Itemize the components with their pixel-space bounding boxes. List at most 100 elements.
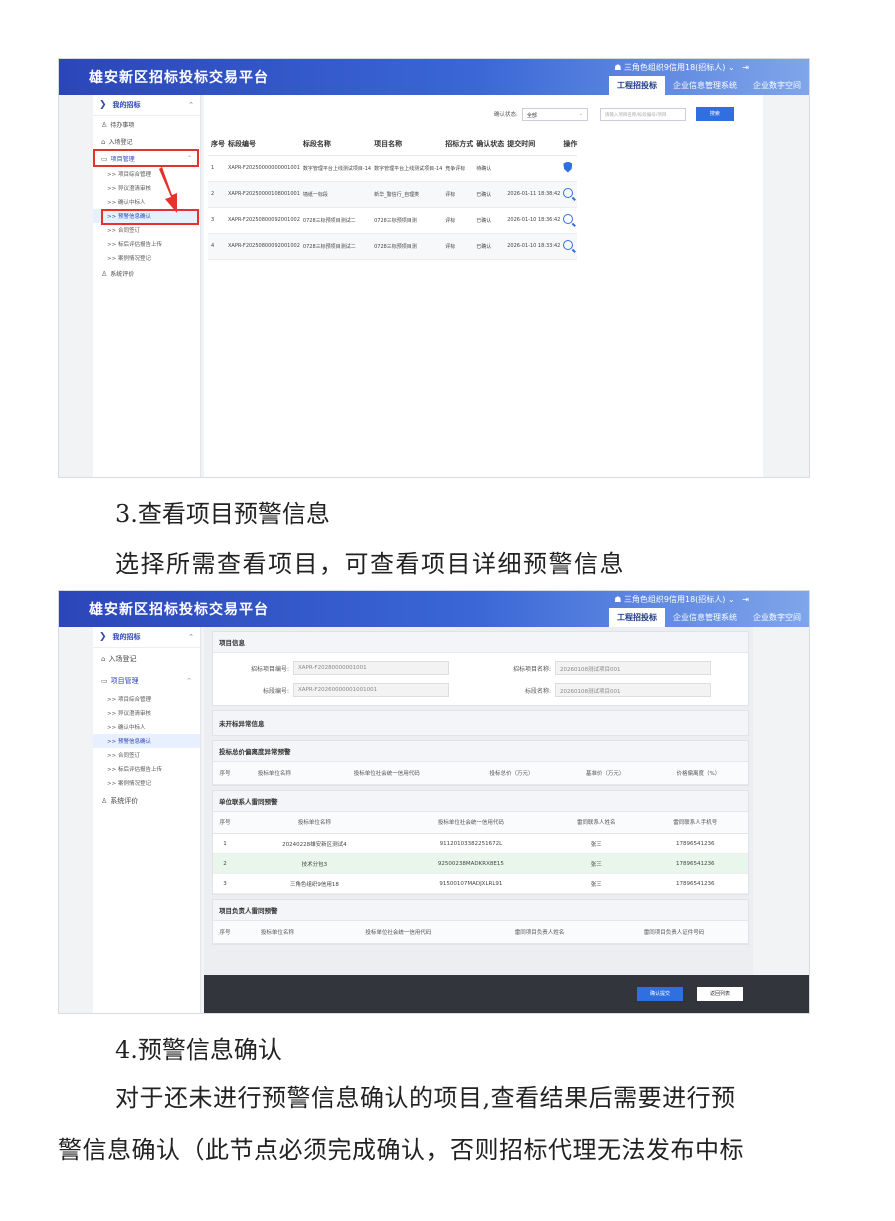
back-to-list-button[interactable]: 返回列表 (697, 987, 743, 1001)
cell: XAPR-F20250000108001001 (225, 181, 300, 208)
cell: 待确认 (473, 155, 505, 182)
user-icon: ☗ (614, 595, 624, 604)
sidebar-item-evaluation[interactable]: ♙ 系统评价 (93, 265, 200, 282)
tab-digital-space[interactable]: 企业数字空间 (745, 76, 809, 95)
table-row[interactable]: 4 XAPR-F20250800092001002 0728三标预项目测试二 0… (208, 233, 578, 260)
filter-label: 确认状态: (494, 112, 518, 118)
search-input[interactable]: 请输入项目名称/标段编号/项目 (599, 107, 686, 121)
cell: 新华_警信行_自理类 (371, 181, 443, 208)
col-header: 序号 (213, 762, 237, 785)
project-info-panel: 项目信息 招标项目编号: XAPR-F20280000001001 招标项目名称… (212, 631, 749, 706)
cell: 墙纸一标段 (299, 181, 372, 208)
col-header: 雷同项目负责人证件号码 (600, 921, 748, 944)
search-icon[interactable] (563, 214, 574, 224)
top-tabs: 工程招投标 企业信息管理系统 企业数字空间 (609, 608, 809, 627)
action-cell (560, 181, 578, 208)
cell: 竞争评标 (442, 155, 474, 182)
cell: XAPR-F20250000000001001 (225, 155, 300, 182)
action-cell (560, 233, 578, 260)
search-icon[interactable] (563, 240, 574, 250)
cell: 技术分包3 (237, 853, 392, 874)
contact-warning-panel: 单位联系人雷同预警 序号 投标单位名称 投标单位社会统一信用代码 雷同联系人姓名… (212, 789, 749, 895)
logout-icon[interactable]: ⇥ (742, 595, 749, 604)
sidebar-item-todo[interactable]: ♙ 待办事项 (93, 116, 200, 133)
table-row[interactable]: 3 XAPR-F20250800092001002 0728三标预项目测试二 0… (208, 207, 578, 234)
sidebar-sub-item[interactable]: >> 案例情况登记 (93, 251, 200, 265)
sidebar-item-project-mgmt[interactable]: ▭ 项目管理 ⌃ (93, 670, 200, 692)
sidebar-sub-item[interactable]: >> 异议澄清审核 (93, 181, 200, 195)
cell (504, 155, 561, 182)
user-icon: ♙ (101, 797, 108, 805)
action-cell (560, 155, 578, 182)
cell: XAPR-F20250800092001002 (225, 207, 300, 234)
user-name[interactable]: ☗ 三角色组织9信用18(招标人) ⌄ ⇥ (614, 62, 749, 73)
highlight-project-mgmt (93, 149, 199, 167)
col-header: 投标单位名称 (237, 921, 318, 944)
table-row[interactable]: 1 XAPR-F20250000000001001 数字管理平台上线测试项目-1… (208, 155, 578, 182)
project-name-field: 20260108测试项目001 (555, 661, 711, 675)
cell: 91120103382251672L (391, 833, 551, 854)
search-button[interactable]: 搜索 (695, 107, 734, 121)
sidebar-sub-item[interactable]: >> 异议澄清审核 (93, 706, 200, 720)
action-cell (560, 207, 578, 234)
sidebar-sub-item[interactable]: >> 确认中标人 (93, 720, 200, 734)
cell: 17896541236 (642, 853, 748, 874)
sidebar-sub-item[interactable]: >> 标后评估报告上传 (93, 237, 200, 251)
tab-engineering[interactable]: 工程招投标 (609, 608, 665, 627)
sidebar-sub-item[interactable]: >> 项目综合管理 (93, 692, 200, 706)
sidebar-item-evaluation[interactable]: ♙ 系统评价 (93, 790, 200, 812)
form-row: 标段编号: XAPR-F20260000001001001 标段名称: 2026… (213, 679, 748, 701)
col-header: 序号 (213, 921, 237, 944)
sidebar-sub-item[interactable]: >> 案例情况登记 (93, 776, 200, 790)
chevron-right-icon: ❯ (99, 100, 107, 110)
col-header: 基准价（万元） (561, 762, 649, 785)
sidebar-sub-item-warning-confirm[interactable]: >> 预警信息确认 (93, 734, 200, 748)
sidebar: ❯ 我的招标 ⌃ ⌂ 入场登记 ▭ 项目管理 ⌃ >> 项目综合管理 >> 异议澄清审核 … (93, 627, 201, 1013)
sidebar-header[interactable]: ❯ 我的招标 ⌃ (93, 95, 200, 116)
cell: 20240228雄安新区测试4 (237, 833, 392, 854)
screenshot-warning-list: 雄安新区招标投标交易平台 ☗ 三角色组织9信用18(招标人) ⌄ ⇥ 工程招投标… (58, 58, 810, 478)
highlight-warning-confirm (101, 209, 199, 225)
table-row[interactable]: 2 XAPR-F20250000108001001 墙纸一标段 新华_警信行_自… (208, 181, 578, 208)
sidebar-sub-item[interactable]: >> 确认中标人 (93, 195, 200, 209)
col-header: 价格偏离度（%） (648, 762, 748, 785)
tab-digital-space[interactable]: 企业数字空间 (745, 608, 809, 627)
chevron-down-icon: ⌄ (578, 110, 583, 117)
cell: 2 (213, 853, 237, 874)
tab-engineering[interactable]: 工程招投标 (609, 76, 665, 95)
filter-bar: 确认状态: 全部 ⌄ 请输入项目名称/标段编号/项目 搜索 (494, 107, 734, 121)
col-header: 投标单位社会统一信用代码 (391, 811, 551, 834)
cell: 评标 (442, 181, 474, 208)
sidebar-sub-item[interactable]: >> 标后评估报告上传 (93, 762, 200, 776)
tab-enterprise-info[interactable]: 企业信息管理系统 (665, 608, 745, 627)
cell: 2026-01-10 18:33:42 (504, 233, 561, 260)
sidebar-sub-item[interactable]: >> 项目综合管理 (93, 167, 200, 181)
user-icon: ♙ (101, 269, 108, 278)
user-name[interactable]: ☗ 三角色组织9信用18(招标人) ⌄ ⇥ (614, 594, 749, 605)
section-code-field: XAPR-F20260000001001001 (293, 683, 449, 697)
col-header: 雷同联系人姓名 (550, 811, 643, 834)
sidebar-header[interactable]: ❯ 我的招标 ⌃ (93, 627, 200, 648)
section3-heading: 3.查看项目预警信息 (115, 500, 330, 528)
field-label: 招标项目编号: (250, 665, 289, 673)
status-select[interactable]: 全部 ⌄ (521, 107, 588, 121)
tab-enterprise-info[interactable]: 企业信息管理系统 (665, 76, 745, 95)
cell: 评标 (442, 207, 474, 234)
red-arrow-icon (159, 167, 177, 213)
sidebar-item-entry[interactable]: ⌂ 入场登记 (93, 133, 200, 150)
sidebar-item-entry[interactable]: ⌂ 入场登记 (93, 648, 200, 670)
sidebar-sub-item[interactable]: >> 合同签订 (93, 748, 200, 762)
field-label: 招标项目名称: (512, 665, 551, 673)
panel-title: 单位联系人雷同预警 (213, 790, 748, 812)
col-header: 雷同联系人手机号 (642, 811, 748, 834)
section4-body-line1: 对于还未进行预警信息确认的项目,查看结果后需要进行预 (115, 1084, 736, 1112)
contact-warning-table: 序号 投标单位名称 投标单位社会统一信用代码 雷同联系人姓名 雷同联系人手机号 … (213, 811, 748, 894)
search-icon[interactable] (563, 188, 574, 198)
confirm-button[interactable]: 确认提交 (637, 987, 683, 1001)
logout-icon[interactable]: ⇥ (742, 63, 749, 72)
col-header: 投标单位名称 (237, 811, 392, 834)
shield-icon[interactable] (563, 161, 573, 173)
cell: 3 (213, 873, 237, 894)
sidebar-sub-item[interactable]: >> 合同签订 (93, 223, 200, 237)
cell: 已确认 (473, 233, 505, 260)
